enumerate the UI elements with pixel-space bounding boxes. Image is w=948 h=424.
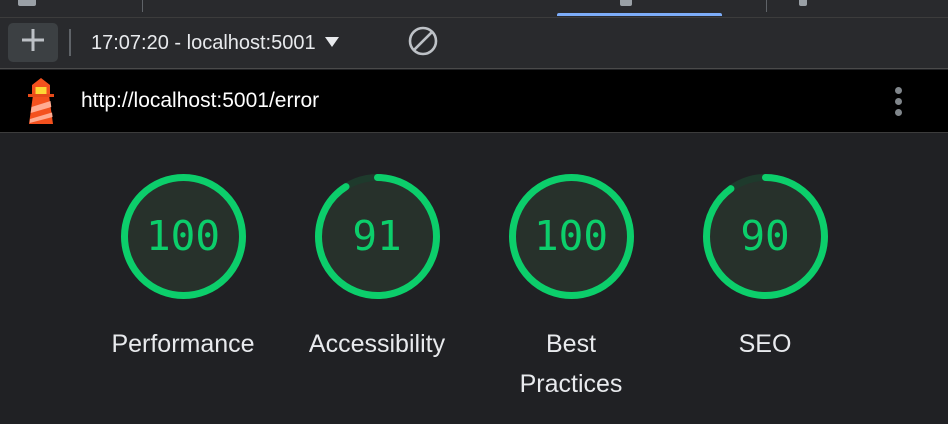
category-scores: 100 Performance 91 Accessibility 100 Bes… <box>0 133 948 424</box>
block-icon <box>407 25 439 62</box>
tab-separator <box>766 0 767 12</box>
report-selector[interactable]: 17:07:20 - localhost:5001 <box>91 28 339 58</box>
gauge-label: SEO <box>738 330 792 358</box>
tab-fragment[interactable] <box>799 0 807 6</box>
gauge-score: 100 <box>145 212 221 260</box>
report-selector-label: 17:07:20 - localhost:5001 <box>91 31 316 54</box>
devtools-tabstrip <box>0 0 948 18</box>
plus-icon <box>20 27 46 58</box>
gauge-best-practices[interactable]: 100 Best Practices <box>481 171 661 404</box>
gauge-label: Accessibility <box>308 330 446 358</box>
gauge-score: 91 <box>352 212 402 260</box>
more-options-icon[interactable] <box>884 83 912 119</box>
gauge-score: 90 <box>740 212 790 260</box>
gauge-performance[interactable]: 100 Performance <box>93 171 273 364</box>
report-url[interactable]: http://localhost:5001/error <box>81 88 319 114</box>
gauge-score: 100 <box>533 212 609 260</box>
caret-down-icon <box>324 36 339 47</box>
report-url-bar: http://localhost:5001/error <box>0 70 948 133</box>
active-tab-indicator <box>557 13 722 16</box>
gauge-accessibility[interactable]: 91 Accessibility <box>287 171 467 364</box>
tab-fragment[interactable] <box>18 0 36 6</box>
tab-separator <box>142 0 143 12</box>
clear-reports-button[interactable] <box>407 25 439 62</box>
gauge-seo[interactable]: 90 SEO <box>675 171 855 364</box>
toolbar-divider <box>69 29 71 56</box>
new-report-button[interactable] <box>8 23 58 62</box>
tab-fragment[interactable] <box>620 0 632 6</box>
lighthouse-toolbar: 17:07:20 - localhost:5001 <box>0 18 948 69</box>
lighthouse-logo-icon <box>22 77 60 125</box>
gauge-label: Performance <box>111 330 255 358</box>
gauge-label: Best Practices <box>519 330 623 398</box>
